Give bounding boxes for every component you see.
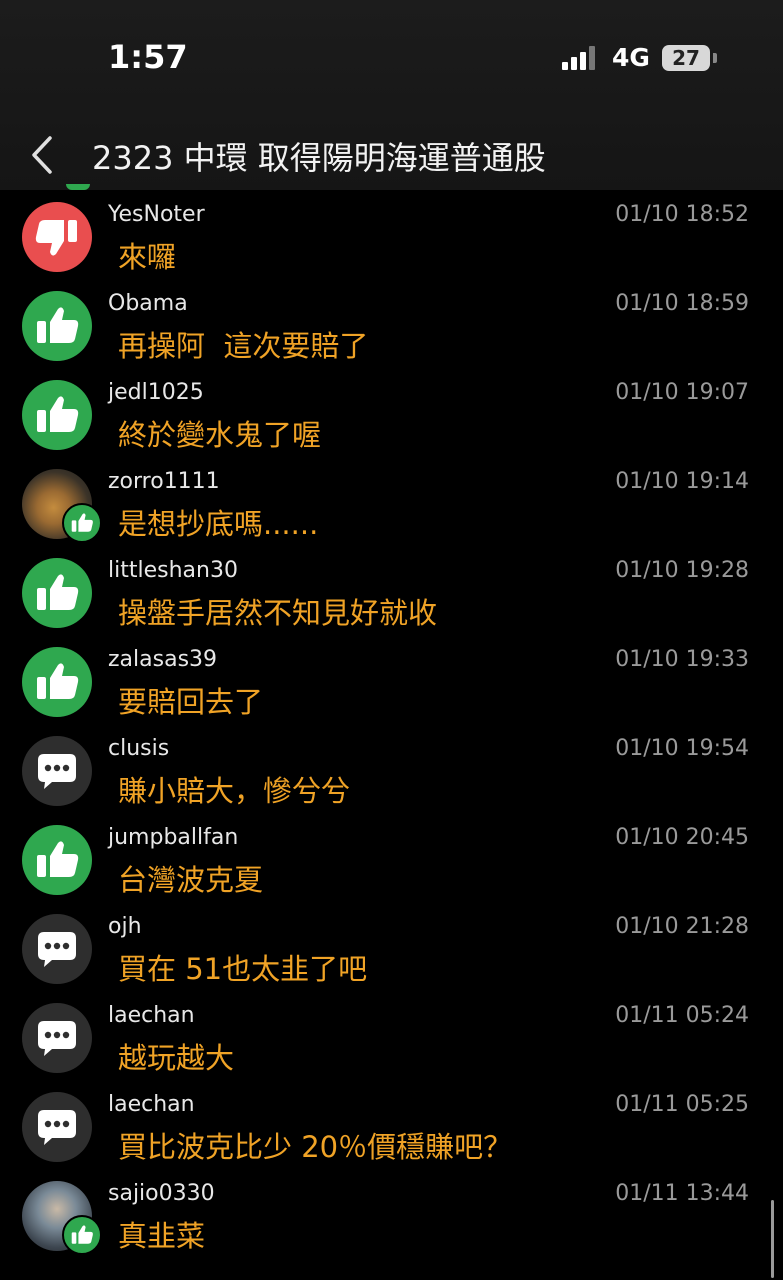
username[interactable]: laechan <box>108 1092 195 1117</box>
timestamp: 01/10 19:28 <box>615 558 749 583</box>
username[interactable]: littleshan30 <box>108 558 238 583</box>
scrollbar[interactable] <box>771 1200 774 1278</box>
timestamp: 01/10 19:54 <box>615 736 749 761</box>
thumbs-up-icon <box>22 647 92 717</box>
username[interactable]: ojh <box>108 914 142 939</box>
signal-icon <box>562 46 600 70</box>
comment-row: laechan 01/11 05:25 買比波克比少 20％價穩賺吧？ <box>0 1080 783 1169</box>
comment-row: sajio0330 01/11 13:44 真韭菜 <box>0 1169 783 1258</box>
thumbs-up-icon <box>22 558 92 628</box>
comment-text: 越玩越大 <box>118 1041 235 1075</box>
username[interactable]: laechan <box>108 1003 195 1028</box>
username[interactable]: clusis <box>108 736 169 761</box>
timestamp: 01/10 19:33 <box>615 647 749 672</box>
timestamp: 01/10 19:07 <box>615 380 749 405</box>
comment-text: 終於變水鬼了喔 <box>118 418 322 452</box>
username[interactable]: YesNoter <box>108 202 205 227</box>
chat-bubble-icon <box>22 736 92 806</box>
timestamp: 01/10 21:28 <box>615 914 749 939</box>
username[interactable]: Obama <box>108 291 188 316</box>
comment-row: zorro1111 01/10 19:14 是想抄底嗎...... <box>0 457 783 546</box>
chat-bubble-icon <box>22 914 92 984</box>
chat-bubble-icon <box>22 1003 92 1073</box>
timestamp: 01/11 13:44 <box>615 1181 749 1206</box>
app-header: 1:57 4G 27 2323 中環 取得陽明海運普通股 <box>0 0 783 190</box>
timestamp: 01/10 19:14 <box>615 469 749 494</box>
comment-text: 台灣波克夏 <box>118 863 264 897</box>
network-type: 4G <box>612 43 650 72</box>
comment-row: littleshan30 01/10 19:28 操盤手居然不知見好就收 <box>0 546 783 635</box>
thumbs-up-icon <box>22 825 92 895</box>
comment-text: 是想抄底嗎...... <box>118 507 319 541</box>
comment-text: 賺小賠大，慘兮兮 <box>118 774 351 808</box>
thumbs-up-icon <box>62 503 102 543</box>
comment-text: 操盤手居然不知見好就收 <box>118 596 438 630</box>
comment-text: 要賠回去了 <box>118 685 264 719</box>
timestamp: 01/10 20:45 <box>615 825 749 850</box>
comment-row: Obama 01/10 18:59 再操阿 這次要賠了 <box>0 279 783 368</box>
comment-row: YesNoter 01/10 18:52 來囉 <box>0 190 783 279</box>
comment-row: ojh 01/10 21:28 買在 51也太韭了吧 <box>0 902 783 991</box>
username[interactable]: jumpballfan <box>108 825 238 850</box>
comment-row: jedl1025 01/10 19:07 終於變水鬼了喔 <box>0 368 783 457</box>
battery-tip <box>713 53 717 63</box>
comment-row: clusis 01/10 19:54 賺小賠大，慘兮兮 <box>0 724 783 813</box>
comment-text: 買比波克比少 20％價穩賺吧？ <box>118 1130 513 1164</box>
comment-text: 買在 51也太韭了吧 <box>118 952 368 986</box>
comment-text: 來囉 <box>118 240 177 274</box>
timestamp: 01/11 05:25 <box>615 1092 749 1117</box>
battery-icon: 27 <box>662 45 710 71</box>
thumbs-down-icon <box>22 202 92 272</box>
comment-row: laechan 01/11 05:24 越玩越大 <box>0 991 783 1080</box>
username[interactable]: zorro1111 <box>108 469 220 494</box>
status-time: 1:57 <box>108 38 188 76</box>
thumbs-up-icon <box>22 291 92 361</box>
comment-text: 再操阿 這次要賠了 <box>118 329 369 363</box>
username[interactable]: jedl1025 <box>108 380 204 405</box>
username[interactable]: sajio0330 <box>108 1181 215 1206</box>
chat-bubble-icon <box>22 1092 92 1162</box>
back-icon[interactable] <box>26 130 66 180</box>
thumbs-up-icon <box>22 380 92 450</box>
comment-row: jumpballfan 01/10 20:45 台灣波克夏 <box>0 813 783 902</box>
comment-row: zalasas39 01/10 19:33 要賠回去了 <box>0 635 783 724</box>
page-title: 2323 中環 取得陽明海運普通股 <box>92 139 546 177</box>
timestamp: 01/11 05:24 <box>615 1003 749 1028</box>
comment-text: 真韭菜 <box>118 1219 206 1253</box>
timestamp: 01/10 18:52 <box>615 202 749 227</box>
username[interactable]: zalasas39 <box>108 647 217 672</box>
timestamp: 01/10 18:59 <box>615 291 749 316</box>
thumbs-up-icon <box>62 1215 102 1255</box>
